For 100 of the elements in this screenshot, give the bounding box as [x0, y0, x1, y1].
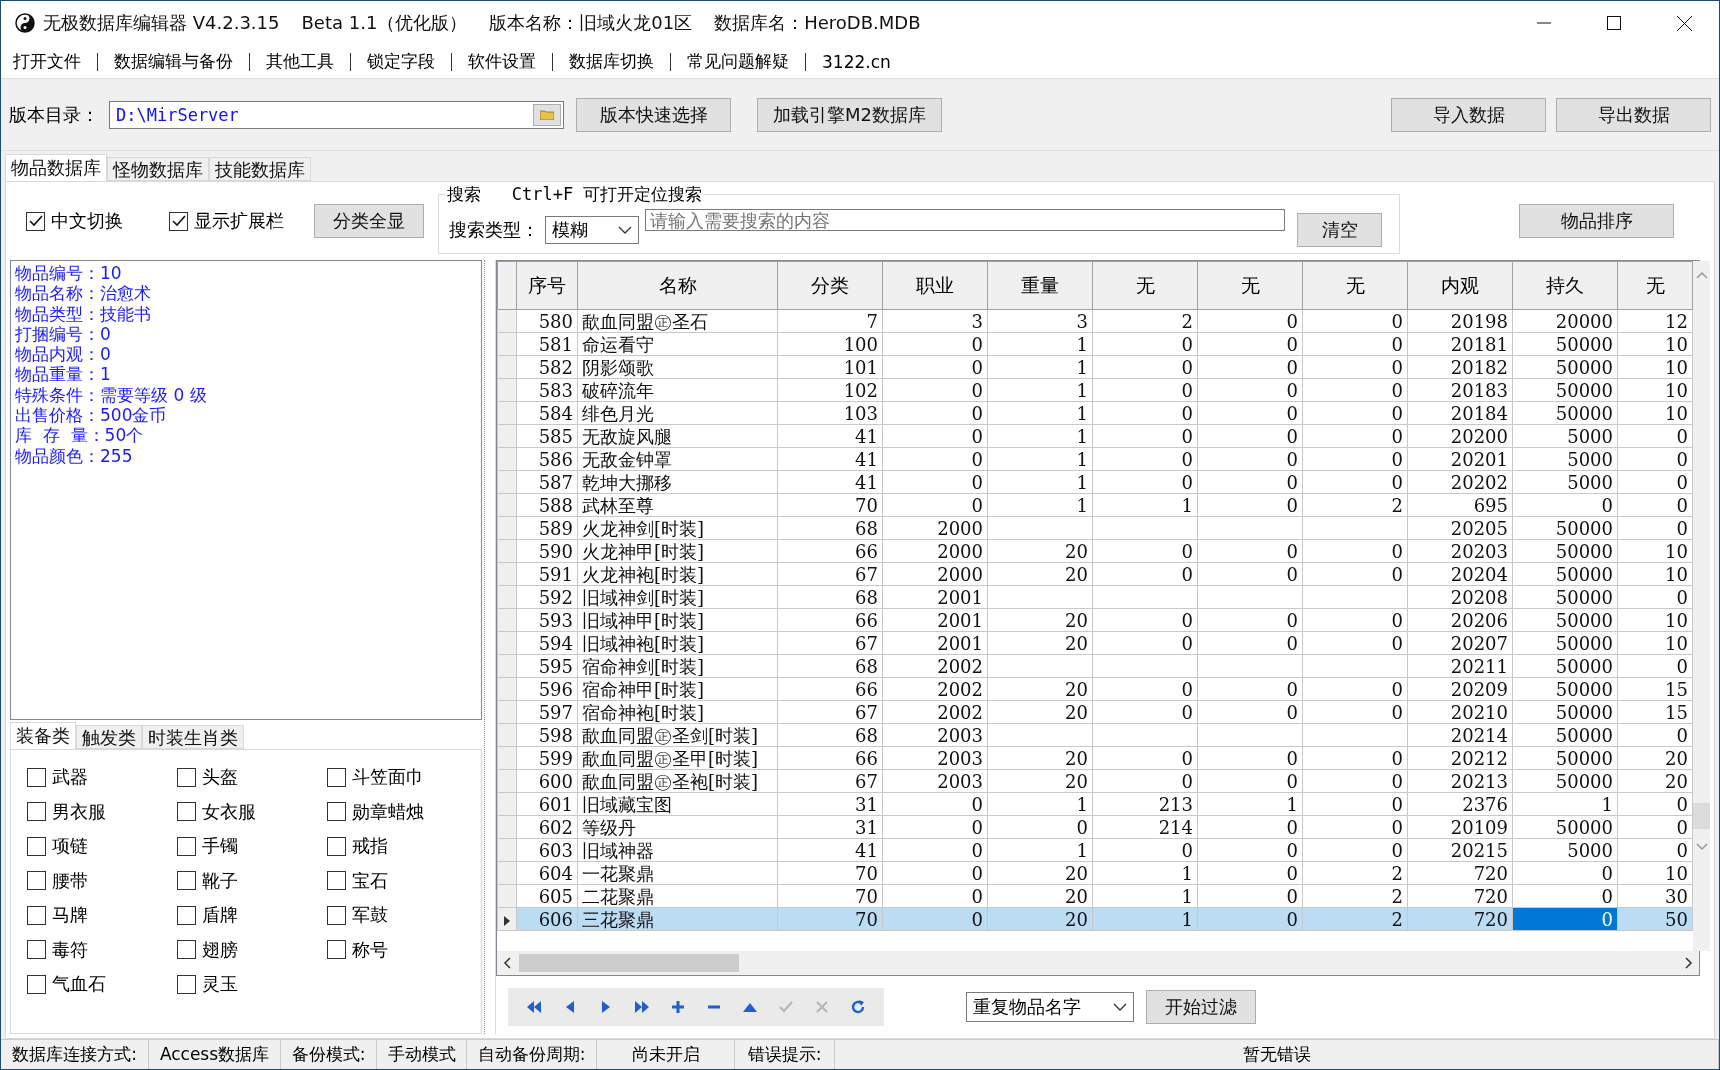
table-cell: 歃血同盟㊣圣袍[时装]: [577, 769, 778, 793]
table-cell: 旧域神剑[时装]: [577, 585, 778, 609]
menu-item[interactable]: 3122.cn: [818, 51, 895, 72]
checkbox[interactable]: [327, 940, 346, 960]
checkbox[interactable]: [177, 871, 196, 891]
checkbox[interactable]: [27, 905, 46, 925]
yin-yang-icon: [15, 13, 35, 33]
status-text: 错误提示:: [735, 1040, 835, 1069]
status-text: 尚未开启: [597, 1040, 735, 1069]
last-record-icon: [634, 1000, 650, 1014]
column-header[interactable]: 分类: [777, 261, 883, 310]
column-header[interactable]: 序号: [516, 261, 578, 310]
checkbox[interactable]: [169, 211, 188, 231]
horizontal-scrollbar[interactable]: [497, 951, 1699, 975]
checkbox[interactable]: [27, 871, 46, 891]
column-header[interactable]: 无: [1197, 261, 1303, 310]
tab[interactable]: 装备类: [10, 722, 76, 749]
checkbox[interactable]: [177, 836, 196, 856]
menu-item[interactable]: 数据库切换: [565, 50, 658, 73]
checkbox[interactable]: [27, 940, 46, 960]
column-header[interactable]: 无: [1617, 261, 1693, 310]
checkbox[interactable]: [177, 974, 196, 994]
show-all-button[interactable]: 分类全显: [314, 204, 424, 238]
checkbox-label: 毒符: [52, 937, 88, 962]
checkbox[interactable]: [27, 767, 46, 787]
column-header[interactable]: 名称: [577, 261, 778, 310]
scroll-thumb[interactable]: [519, 954, 739, 972]
tab[interactable]: 时装生肖类: [142, 725, 244, 749]
close-icon: [1676, 15, 1692, 31]
status-text: 手动模式: [377, 1040, 467, 1069]
menu-item[interactable]: 打开文件: [9, 50, 85, 73]
table-cell: 歃血同盟㊣圣甲[时装]: [577, 746, 778, 770]
checkbox-label: 宝石: [352, 868, 388, 893]
clear-button[interactable]: 清空: [1297, 213, 1382, 247]
table-cell: 旧域神甲[时装]: [577, 608, 778, 632]
checkbox[interactable]: [327, 905, 346, 925]
checkbox[interactable]: [177, 802, 196, 822]
current-row-icon: [504, 915, 510, 926]
sort-button[interactable]: 物品排序: [1519, 204, 1674, 238]
checkbox-label: 靴子: [202, 868, 238, 893]
checkbox[interactable]: [327, 836, 346, 856]
checkbox[interactable]: [27, 802, 46, 822]
splitter[interactable]: [484, 260, 496, 1034]
quick-select-button[interactable]: 版本快速选择: [576, 97, 731, 132]
vertical-scrollbar[interactable]: [1693, 261, 1710, 951]
menu-item[interactable]: 软件设置: [464, 50, 540, 73]
first-record-icon: [526, 1000, 542, 1014]
tab[interactable]: 技能数据库: [209, 157, 311, 181]
checkbox-label: 灵玉: [202, 972, 238, 997]
checkbox-label: 盾牌: [202, 903, 238, 928]
checkbox[interactable]: [327, 802, 346, 822]
column-header[interactable]: 无: [1092, 261, 1198, 310]
search-legend: 搜索 Ctrl+F 可打开定位搜索: [445, 183, 705, 206]
tab[interactable]: 怪物数据库: [107, 157, 209, 181]
minimize-icon: [1537, 22, 1551, 24]
checkbox-label: 勋章蜡烛: [352, 799, 424, 824]
table-cell: 歃血同盟㊣圣石: [577, 309, 778, 333]
search-type-dropdown[interactable]: 模糊: [545, 216, 639, 244]
info-line: 物品颜色：255: [15, 445, 134, 466]
table-cell: 无敌金钟罩: [577, 447, 778, 471]
checkbox-label: 腰带: [52, 868, 88, 893]
checkbox[interactable]: [27, 974, 46, 994]
checkbox[interactable]: [26, 211, 45, 231]
table-cell: 三花聚鼎: [577, 907, 778, 931]
filter-dropdown[interactable]: 重复物品名字: [966, 992, 1134, 1022]
menu-item[interactable]: 数据编辑与备份: [110, 50, 237, 73]
import-button[interactable]: 导入数据: [1391, 97, 1546, 132]
column-header[interactable]: 内观: [1407, 261, 1513, 310]
folder-icon: [540, 109, 554, 120]
directory-field[interactable]: D:\MirServer: [109, 100, 564, 129]
column-header[interactable]: 无: [1302, 261, 1408, 310]
status-text: 自动备份周期:: [467, 1040, 597, 1069]
checkbox[interactable]: [327, 871, 346, 891]
refresh-icon: [851, 1000, 865, 1014]
search-field[interactable]: 请输入需要搜索的内容: [645, 209, 1285, 231]
status-text: 备份模式:: [281, 1040, 377, 1069]
minus-icon: [708, 1005, 720, 1009]
column-header[interactable]: 职业: [882, 261, 988, 310]
checkbox[interactable]: [327, 767, 346, 787]
directory-input[interactable]: D:\MirServer: [114, 103, 533, 126]
menu-item[interactable]: 锁定字段: [363, 50, 439, 73]
table-cell: 旧域藏宝图: [577, 792, 778, 816]
export-button[interactable]: 导出数据: [1556, 97, 1711, 132]
menu-item[interactable]: 常见问题解疑: [683, 50, 793, 73]
checkbox[interactable]: [177, 767, 196, 787]
scroll-thumb[interactable]: [1693, 803, 1710, 829]
checkbox[interactable]: [27, 836, 46, 856]
version-name: 版本名称：旧域火龙01区: [489, 11, 693, 35]
filter-button[interactable]: 开始过滤: [1146, 990, 1256, 1024]
tab[interactable]: 物品数据库: [5, 154, 107, 181]
load-database-button[interactable]: 加载引擎M2数据库: [757, 97, 942, 132]
menu-item[interactable]: 其他工具: [262, 50, 338, 73]
checkbox[interactable]: [177, 940, 196, 960]
checkbox-label: 男衣服: [52, 799, 106, 824]
checkbox[interactable]: [177, 905, 196, 925]
column-header[interactable]: 重量: [987, 261, 1093, 310]
next-record-icon: [601, 1000, 611, 1014]
column-header[interactable]: 持久: [1512, 261, 1618, 310]
table-cell: 火龙神袍[时装]: [577, 562, 778, 586]
tab[interactable]: 触发类: [76, 725, 142, 749]
